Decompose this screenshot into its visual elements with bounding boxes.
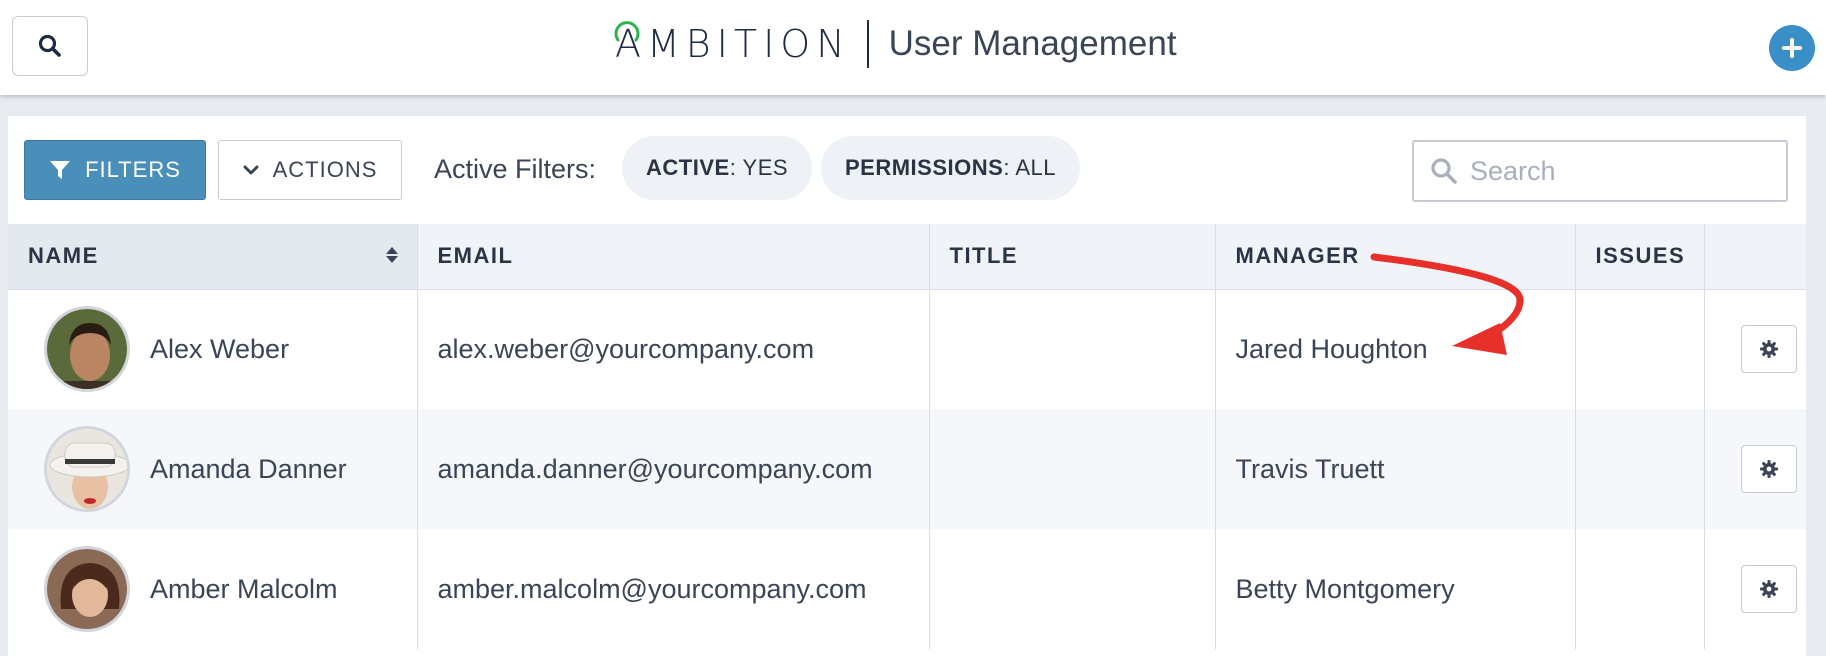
filter-chip-active[interactable]: ACTIVE: YES	[622, 136, 813, 200]
header-divider	[866, 20, 869, 68]
gear-icon	[1759, 580, 1778, 598]
users-table: NAME EMAIL TITLE MANAGER ISSUES Alex Web…	[8, 224, 1806, 649]
avatar[interactable]	[44, 426, 130, 512]
issues-cell	[1575, 529, 1705, 649]
brand: AMBITION User Management	[614, 14, 1177, 74]
page-title: User Management	[888, 24, 1177, 63]
gear-icon	[1759, 460, 1778, 478]
table-header-row: NAME EMAIL TITLE MANAGER ISSUES	[8, 224, 1806, 290]
user-panel: FILTERS ACTIONS Active Filters: ACTIVE: …	[8, 116, 1806, 656]
toolbar: FILTERS ACTIONS Active Filters: ACTIVE: …	[8, 116, 1806, 224]
row-actions-cell	[1704, 289, 1806, 409]
user-name[interactable]: Amanda Danner	[150, 454, 347, 485]
row-actions-cell	[1704, 409, 1806, 529]
column-header-issues[interactable]: ISSUES	[1575, 224, 1705, 290]
row-settings-button[interactable]	[1740, 325, 1797, 374]
avatar-image	[47, 549, 127, 629]
chip-key: PERMISSIONS	[845, 155, 1004, 180]
sort-icon[interactable]	[385, 245, 399, 265]
user-name[interactable]: Amber Malcolm	[150, 574, 338, 605]
title-cell	[929, 289, 1216, 409]
filter-chip-permissions[interactable]: PERMISSIONS: ALL	[821, 136, 1080, 200]
avatar-image	[47, 429, 127, 509]
filter-icon	[50, 161, 71, 179]
chevron-down-icon	[243, 165, 259, 175]
top-bar: AMBITION User Management	[0, 0, 1826, 95]
search-input[interactable]	[1470, 155, 1760, 187]
table-row[interactable]: Alex Weber alex.weber@yourcompany.com Ja…	[8, 289, 1806, 409]
avatar-image	[47, 309, 127, 390]
name-cell: Alex Weber	[8, 289, 418, 409]
filters-label: FILTERS	[85, 157, 181, 182]
column-label: NAME	[28, 243, 99, 269]
gear-icon	[1759, 340, 1778, 359]
issues-cell	[1575, 289, 1705, 409]
actions-label: ACTIONS	[272, 157, 378, 182]
name-cell: Amber Malcolm	[8, 529, 418, 649]
chip-value: : YES	[729, 155, 789, 180]
chip-value: : ALL	[1003, 155, 1056, 180]
plus-icon	[1782, 38, 1802, 58]
logo-text: AMBITION	[615, 22, 851, 66]
table-row[interactable]: Amanda Danner amanda.danner@yourcompany.…	[8, 409, 1806, 529]
name-wrapper: Amanda Danner	[28, 426, 417, 512]
name-cell: Amanda Danner	[8, 409, 418, 529]
title-cell	[929, 409, 1216, 529]
filters-button[interactable]: FILTERS	[24, 140, 206, 200]
row-settings-button[interactable]	[1740, 445, 1797, 493]
search-icon	[1431, 158, 1457, 184]
row-actions-cell	[1704, 529, 1806, 649]
active-filters-label: Active Filters:	[434, 154, 597, 184]
logo-ring-icon	[614, 21, 640, 42]
actions-dropdown[interactable]: ACTIONS	[218, 140, 402, 200]
user-name[interactable]: Alex Weber	[150, 334, 289, 365]
annotation-arrow-icon	[1370, 253, 1524, 355]
search-icon	[38, 34, 61, 57]
add-user-button[interactable]	[1769, 25, 1815, 71]
column-header-title[interactable]: TITLE	[929, 224, 1216, 290]
manager-cell: Betty Montgomery	[1215, 529, 1576, 649]
name-wrapper: Amber Malcolm	[28, 546, 417, 632]
manager-cell: Travis Truett	[1215, 409, 1576, 529]
email-cell: amber.malcolm@yourcompany.com	[417, 529, 930, 649]
column-header-actions	[1704, 224, 1806, 290]
avatar[interactable]	[44, 306, 130, 393]
email-cell: amanda.danner@yourcompany.com	[417, 409, 930, 529]
issues-cell	[1575, 409, 1705, 529]
row-settings-button[interactable]	[1740, 565, 1797, 613]
search-box[interactable]	[1412, 140, 1788, 202]
ambition-logo: AMBITION	[614, 21, 851, 66]
avatar[interactable]	[44, 546, 130, 632]
column-header-name[interactable]: NAME	[8, 224, 418, 290]
title-cell	[929, 529, 1216, 649]
table-row[interactable]: Amber Malcolm amber.malcolm@yourcompany.…	[8, 529, 1806, 649]
name-wrapper: Alex Weber	[28, 306, 417, 393]
email-cell: alex.weber@yourcompany.com	[417, 289, 930, 409]
column-header-email[interactable]: EMAIL	[417, 224, 930, 290]
chip-key: ACTIVE	[646, 155, 730, 180]
global-search-button[interactable]	[12, 16, 88, 76]
